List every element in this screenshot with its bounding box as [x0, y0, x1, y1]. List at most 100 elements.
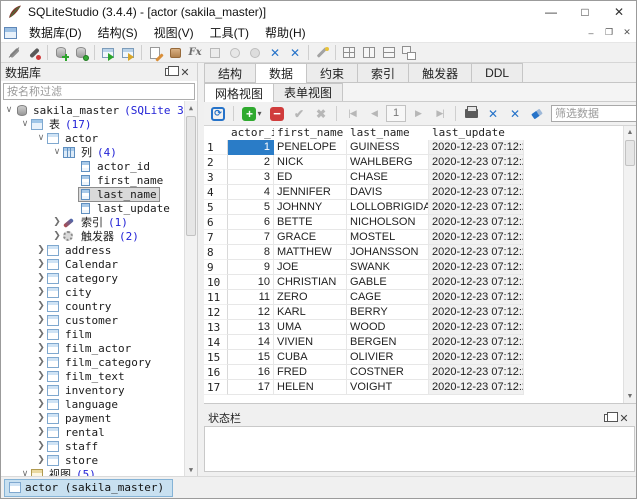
- chevron-down-icon[interactable]: ∨: [51, 147, 63, 157]
- chevron-right-icon[interactable]: ❯: [35, 413, 47, 423]
- grid-cell-actor_id[interactable]: 9: [228, 260, 274, 275]
- grid-cell-actor_id[interactable]: 16: [228, 365, 274, 380]
- add-row-menu-icon[interactable]: ▾: [257, 109, 261, 118]
- tree-item-触发器[interactable]: ❯触发器(2): [1, 229, 184, 243]
- grid-cell-first_name[interactable]: VIVIEN: [274, 335, 347, 350]
- row-number[interactable]: 17: [204, 380, 228, 395]
- total-rows-button[interactable]: [461, 104, 481, 123]
- grid-scroll-down-icon[interactable]: ▼: [624, 390, 636, 403]
- tree-item-表[interactable]: ∨表(17): [1, 117, 184, 131]
- tree-item-sakila_master[interactable]: ∨sakila_master(SQLite 3): [1, 103, 184, 117]
- grid-cell-first_name[interactable]: JOHNNY: [274, 200, 347, 215]
- grid-cell-last_update[interactable]: 2020-12-23 07:12:29: [429, 335, 524, 350]
- menu-item-0[interactable]: 数据库(D): [21, 23, 90, 42]
- collapse-all-windows-icon[interactable]: ✕: [265, 44, 285, 62]
- chevron-right-icon[interactable]: ❯: [35, 427, 47, 437]
- history-icon[interactable]: [225, 44, 245, 62]
- grid-cell-last_update[interactable]: 2020-12-23 07:12:29: [429, 215, 524, 230]
- grid-cell-last_update[interactable]: 2020-12-23 07:12:29: [429, 320, 524, 335]
- grid-cell-last_update[interactable]: 2020-12-23 07:12:29: [429, 170, 524, 185]
- grid-cell-last_name[interactable]: LOLLOBRIGIDA: [347, 200, 429, 215]
- row-number[interactable]: 9: [204, 260, 228, 275]
- scroll-down-icon[interactable]: ▼: [185, 463, 197, 476]
- row-number[interactable]: 14: [204, 335, 228, 350]
- chevron-right-icon[interactable]: ❯: [35, 315, 47, 325]
- column-header-first_name[interactable]: first_name: [274, 126, 347, 140]
- tree-item-language[interactable]: ❯language: [1, 397, 184, 411]
- grid-cell-last_name[interactable]: OLIVIER: [347, 350, 429, 365]
- grid-cell-actor_id[interactable]: 12: [228, 305, 274, 320]
- functions-editor-icon[interactable]: Fx: [185, 44, 205, 62]
- taskbar-item[interactable]: actor (sakila_master): [4, 479, 173, 497]
- grid-cell-first_name[interactable]: FRED: [274, 365, 347, 380]
- grid-cell-last_update[interactable]: 2020-12-23 07:12:29: [429, 380, 524, 395]
- grid-cell-last_name[interactable]: JOHANSSON: [347, 245, 429, 260]
- chevron-right-icon[interactable]: ❯: [51, 231, 63, 241]
- tree-scrollbar[interactable]: ▲ ▼: [184, 101, 197, 476]
- tree-item-last_update[interactable]: last_update: [1, 201, 184, 215]
- fit-rows-button[interactable]: ✕: [505, 104, 525, 123]
- status-close-button[interactable]: ✕: [616, 411, 632, 425]
- chevron-right-icon[interactable]: ❯: [35, 385, 47, 395]
- grid-cell-first_name[interactable]: MATTHEW: [274, 245, 347, 260]
- grid-cell-last_name[interactable]: WAHLBERG: [347, 155, 429, 170]
- commit-button[interactable]: ✔: [289, 104, 309, 123]
- grid-cell-actor_id[interactable]: 10: [228, 275, 274, 290]
- clear-filter-button[interactable]: [527, 104, 547, 123]
- row-number[interactable]: 7: [204, 230, 228, 245]
- grid-cell-last_name[interactable]: MOSTEL: [347, 230, 429, 245]
- grid-cell-last_update[interactable]: 2020-12-23 07:12:29: [429, 275, 524, 290]
- grid-cell-last_name[interactable]: COSTNER: [347, 365, 429, 380]
- tree-item-视图[interactable]: ∨视图(5): [1, 467, 184, 476]
- grid-cell-last_update[interactable]: 2020-12-23 07:12:29: [429, 365, 524, 380]
- tab-结构[interactable]: 结构: [204, 63, 256, 82]
- tree-item-rental[interactable]: ❯rental: [1, 425, 184, 439]
- row-number[interactable]: 11: [204, 290, 228, 305]
- mdi-restore-button[interactable]: ❐: [600, 23, 618, 42]
- restore-all-windows-icon[interactable]: ✕: [285, 44, 305, 62]
- chevron-right-icon[interactable]: ❯: [35, 259, 47, 269]
- grid-cell-first_name[interactable]: ED: [274, 170, 347, 185]
- grid-cell-last_update[interactable]: 2020-12-23 07:12:29: [429, 230, 524, 245]
- grid-cell-actor_id[interactable]: 17: [228, 380, 274, 395]
- chevron-right-icon[interactable]: ❯: [35, 343, 47, 353]
- grid-cell-actor_id[interactable]: 14: [228, 335, 274, 350]
- grid-cell-first_name[interactable]: GRACE: [274, 230, 347, 245]
- tab-数据[interactable]: 数据: [255, 63, 307, 83]
- grid-cell-first_name[interactable]: JENNIFER: [274, 185, 347, 200]
- grid-cell-first_name[interactable]: ZERO: [274, 290, 347, 305]
- grid-cell-last_update[interactable]: 2020-12-23 07:12:29: [429, 290, 524, 305]
- mdi-split-vertical-icon[interactable]: [359, 44, 379, 62]
- tree-item-customer[interactable]: ❯customer: [1, 313, 184, 327]
- menu-item-1[interactable]: 结构(S): [90, 23, 146, 42]
- close-panel-button[interactable]: ✕: [177, 65, 193, 79]
- row-number[interactable]: 16: [204, 365, 228, 380]
- row-number[interactable]: 10: [204, 275, 228, 290]
- rollback-button[interactable]: ✖: [311, 104, 331, 123]
- chevron-down-icon[interactable]: ∨: [19, 119, 31, 129]
- grid-cell-actor_id[interactable]: 5: [228, 200, 274, 215]
- chevron-right-icon[interactable]: ❯: [35, 301, 47, 311]
- mdi-minimize-button[interactable]: –: [582, 23, 600, 42]
- tree-item-category[interactable]: ❯category: [1, 271, 184, 285]
- grid-cell-actor_id[interactable]: 13: [228, 320, 274, 335]
- collations-editor-icon[interactable]: [205, 44, 225, 62]
- grid-cell-first_name[interactable]: NICK: [274, 155, 347, 170]
- chevron-down-icon[interactable]: ∨: [3, 105, 15, 115]
- tree-item-列[interactable]: ∨列(4): [1, 145, 184, 159]
- chevron-right-icon[interactable]: ❯: [35, 287, 47, 297]
- close-button[interactable]: ✕: [602, 1, 636, 23]
- grid-cell-actor_id[interactable]: 8: [228, 245, 274, 260]
- tree-filter-input[interactable]: [3, 83, 195, 100]
- row-number[interactable]: 3: [204, 170, 228, 185]
- import-icon[interactable]: [98, 44, 118, 62]
- grid-cell-last_name[interactable]: SWANK: [347, 260, 429, 275]
- page-number-box[interactable]: 1: [386, 105, 406, 122]
- mdi-close-button[interactable]: ✕: [618, 23, 636, 42]
- chevron-right-icon[interactable]: ❯: [35, 441, 47, 451]
- row-number[interactable]: 6: [204, 215, 228, 230]
- grid-cell-actor_id[interactable]: 3: [228, 170, 274, 185]
- grid-cell-last_name[interactable]: VOIGHT: [347, 380, 429, 395]
- tree-item-first_name[interactable]: first_name: [1, 173, 184, 187]
- tree-item-staff[interactable]: ❯staff: [1, 439, 184, 453]
